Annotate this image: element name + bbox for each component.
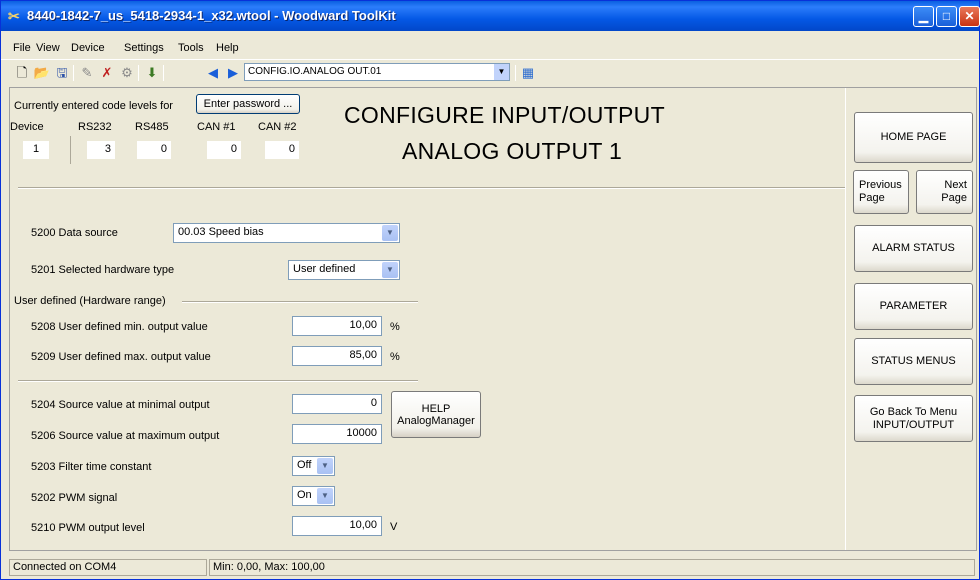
save-icon[interactable]: 🖫 (53, 64, 71, 82)
enter-password-button[interactable]: Enter password ... (196, 94, 300, 114)
code-can2-value: 0 (264, 140, 300, 160)
menu-help[interactable]: Help (216, 42, 239, 54)
home-page-button[interactable]: HOME PAGE (854, 112, 973, 163)
code-header-can1: CAN #1 (197, 121, 236, 133)
page-path-combo[interactable]: CONFIG.IO.ANALOG OUT.01 ▼ (244, 63, 510, 81)
value-range-status: Min: 0,00, Max: 100,00 (209, 559, 975, 576)
previous-page-button[interactable]: Previous Page (853, 170, 909, 214)
page-title-line2: ANALOG OUTPUT 1 (402, 138, 623, 164)
code-header-rs232: RS232 (78, 121, 112, 133)
p5209-label: 5209 User defined max. output value (31, 351, 211, 363)
middle-divider (18, 380, 418, 382)
p5208-unit: % (390, 321, 400, 333)
forward-arrow-icon[interactable]: ▶ (224, 64, 242, 82)
chevron-down-icon[interactable]: ▼ (317, 488, 333, 504)
open-folder-icon[interactable]: 📂 (33, 64, 51, 82)
help-label: HELP (421, 402, 451, 415)
minimize-button[interactable]: ▁ (913, 6, 934, 27)
code-levels-intro: Currently entered code levels for (14, 100, 173, 112)
data-source-value: 00.03 Speed bias (178, 226, 264, 238)
maximize-button[interactable]: □ (936, 6, 957, 27)
section-user-defined: User defined (Hardware range) (14, 295, 166, 307)
connect-icon[interactable]: ✎ (78, 64, 96, 82)
download-icon[interactable]: ⬇ (143, 64, 161, 82)
settings-icon[interactable]: ⚙ (118, 64, 136, 82)
menu-file[interactable]: File (13, 42, 31, 54)
p5202-label: 5202 PWM signal (31, 492, 118, 504)
code-header-rs485: RS485 (135, 121, 169, 133)
code-rs485-value: 0 (136, 140, 172, 160)
close-button[interactable]: ✕ (959, 6, 980, 27)
status-menus-button[interactable]: STATUS MENUS (854, 338, 973, 385)
parameter-button[interactable]: PARAMETER (854, 283, 973, 330)
p5204-label: 5204 Source value at minimal output (31, 399, 210, 411)
back-arrow-icon[interactable]: ◀ (204, 64, 222, 82)
new-file-icon[interactable]: 🗋 (13, 64, 31, 82)
p5208-label: 5208 User defined min. output value (31, 321, 208, 333)
page-content: Currently entered code levels for Enter … (9, 87, 977, 551)
pwm-signal-value: On (297, 489, 312, 501)
menu-bar: File View Device Settings Tools Help (1, 39, 979, 59)
window-title: 8440-1842-7_us_5418-2934-1_x32.wtool - W… (27, 8, 396, 23)
page-title-line1: CONFIGURE INPUT/OUTPUT (344, 102, 665, 128)
code-can1-value: 0 (206, 140, 242, 160)
filter-time-value: Off (297, 459, 312, 471)
min-output-value-input[interactable]: 10,00 (292, 316, 382, 336)
disconnect-icon[interactable]: ✗ (98, 64, 116, 82)
p5201-label: 5201 Selected hardware type (31, 264, 175, 276)
code-header-can2: CAN #2 (258, 121, 297, 133)
hardware-type-value: User defined (293, 263, 356, 275)
next-page-button[interactable]: Next Page (916, 170, 973, 214)
help-analog-manager-button[interactable]: HELP AnalogManager (391, 391, 481, 438)
section-divider (182, 301, 418, 303)
p5206-label: 5206 Source value at maximum output (31, 430, 220, 442)
page-view-icon[interactable]: ▦ (519, 64, 537, 82)
menu-tools[interactable]: Tools (178, 42, 204, 54)
p5203-label: 5203 Filter time constant (31, 461, 152, 473)
toolbar-separator (163, 65, 164, 81)
p5209-unit: % (390, 351, 400, 363)
code-divider (70, 136, 71, 164)
pwm-output-level-input[interactable]: 10,00 (292, 516, 382, 536)
chevron-down-icon[interactable]: ▼ (317, 458, 333, 474)
back-to-menu-button[interactable]: Go Back To Menu INPUT/OUTPUT (854, 395, 973, 442)
status-bar: Connected on COM4 Min: 0,00, Max: 100,00 (9, 559, 977, 577)
toolkit-app-icon: ✂ (8, 8, 20, 24)
p5210-label: 5210 PWM output level (31, 522, 145, 534)
menu-device[interactable]: Device (71, 42, 105, 54)
title-bar[interactable]: ✂ 8440-1842-7_us_5418-2934-1_x32.wtool -… (1, 1, 980, 31)
hardware-type-select[interactable]: User defined ▼ (288, 260, 400, 280)
p5200-label: 5200 Data source (31, 227, 118, 239)
nav-panel-divider (845, 88, 846, 550)
application-window: ✂ 8440-1842-7_us_5418-2934-1_x32.wtool -… (0, 0, 980, 580)
alarm-status-button[interactable]: ALARM STATUS (854, 225, 973, 272)
header-divider (18, 187, 846, 189)
pwm-signal-select[interactable]: On ▼ (292, 486, 335, 506)
chevron-down-icon[interactable]: ▼ (494, 64, 509, 80)
toolbar-separator (73, 65, 74, 81)
connection-status: Connected on COM4 (9, 559, 207, 576)
menu-view[interactable]: View (36, 42, 60, 54)
chevron-down-icon[interactable]: ▼ (382, 225, 398, 241)
p5210-unit: V (390, 521, 398, 533)
source-max-input[interactable]: 10000 (292, 424, 382, 444)
menu-settings[interactable]: Settings (124, 42, 164, 54)
toolbar-separator (138, 65, 139, 81)
code-header-device: Device (10, 121, 44, 133)
code-device-value: 1 (22, 140, 50, 160)
data-source-select[interactable]: 00.03 Speed bias ▼ (173, 223, 400, 243)
help-sublabel: AnalogManager (397, 414, 475, 427)
chevron-down-icon[interactable]: ▼ (382, 262, 398, 278)
max-output-value-input[interactable]: 85,00 (292, 346, 382, 366)
filter-time-select[interactable]: Off ▼ (292, 456, 335, 476)
code-rs232-value: 3 (86, 140, 116, 160)
source-min-input[interactable]: 0 (292, 394, 382, 414)
page-path-value: CONFIG.IO.ANALOG OUT.01 (248, 66, 382, 77)
toolbar-separator (515, 65, 516, 81)
